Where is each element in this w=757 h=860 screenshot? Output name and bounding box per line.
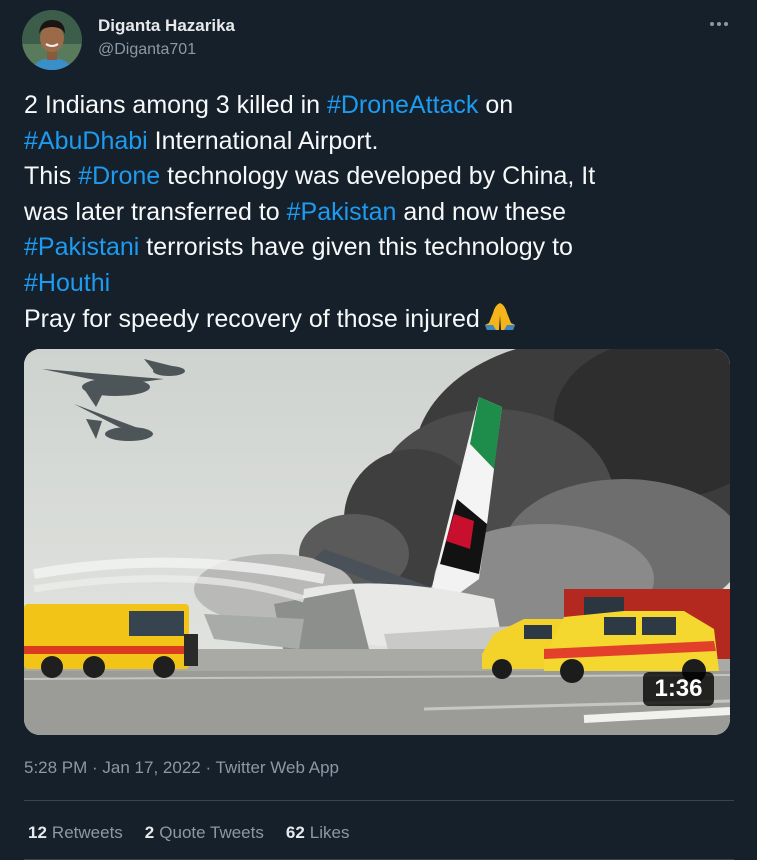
tweet-text-segment: Pray for speedy recovery of those injure…	[24, 305, 480, 333]
tweet-line: was later transferred to #Pakistan and n…	[24, 195, 734, 231]
stat-quote-tweets[interactable]: 2 Quote Tweets	[145, 823, 264, 843]
retweet-count: 12	[28, 823, 47, 842]
tweet-text-segment: This	[24, 162, 79, 190]
tweet-line: #Houthi	[24, 266, 734, 302]
video-player[interactable]	[24, 349, 730, 735]
quote-tweet-label: Quote Tweets	[159, 823, 264, 842]
video-thumbnail	[24, 349, 730, 735]
like-label: Likes	[309, 823, 350, 842]
tweet-line: 2 Indians among 3 killed in #DroneAttack…	[24, 88, 734, 124]
hashtag-link[interactable]: #Houthi	[24, 269, 110, 297]
quote-tweet-count: 2	[144, 823, 155, 842]
tweet-card: Diganta Hazarika @Diganta701 2 Indians a…	[0, 0, 757, 860]
tweet-line: Pray for speedy recovery of those injure…	[24, 301, 734, 338]
hashtag-link[interactable]: #Pakistan	[287, 198, 397, 226]
tweet-text-segment: 2 Indians among 3 killed in	[24, 91, 327, 119]
retweet-label: Retweets	[51, 823, 123, 842]
tweet-text-segment: and now these	[396, 197, 566, 226]
tweet-line: This #Drone technology was developed by …	[24, 159, 734, 195]
tweet-line: #AbuDhabi International Airport.	[24, 124, 734, 160]
hashtag-link[interactable]: #DroneAttack	[327, 91, 478, 119]
author-handle[interactable]: @Diganta701	[98, 41, 196, 59]
author-name[interactable]: Diganta Hazarika	[98, 16, 235, 36]
tweet-text-segment: on	[478, 91, 514, 119]
divider	[24, 800, 734, 801]
avatar[interactable]	[22, 10, 82, 70]
more-horizontal-icon[interactable]	[706, 12, 732, 36]
engagement-stats: 12 Retweets 2 Quote Tweets 62 Likes	[28, 823, 371, 843]
avatar-image	[22, 10, 82, 70]
tweet-text: 2 Indians among 3 killed in #DroneAttack…	[24, 88, 734, 338]
stat-likes[interactable]: 62 Likes	[286, 823, 350, 843]
tweet-text-segment: terrorists have given this technology to	[139, 233, 573, 261]
tweet-text-segment: was later transferred to	[24, 197, 287, 226]
tweet-text-segment: International Airport.	[147, 126, 379, 155]
tweet-text-segment: technology was developed by China, It	[160, 162, 596, 190]
hashtag-link[interactable]: #Pakistani	[24, 233, 139, 261]
hashtag-link[interactable]: #Drone	[78, 162, 160, 190]
like-count: 62	[285, 823, 305, 842]
tweet-line: #Pakistani terrorists have given this te…	[24, 230, 734, 266]
folded-hands-icon	[481, 301, 519, 331]
stat-retweets[interactable]: 12 Retweets	[28, 823, 123, 843]
video-duration-badge: 1:36	[643, 672, 714, 706]
hashtag-link[interactable]: #AbuDhabi	[24, 127, 148, 155]
tweet-timestamp[interactable]: 5:28 PM · Jan 17, 2022 · Twitter Web App	[24, 758, 339, 778]
